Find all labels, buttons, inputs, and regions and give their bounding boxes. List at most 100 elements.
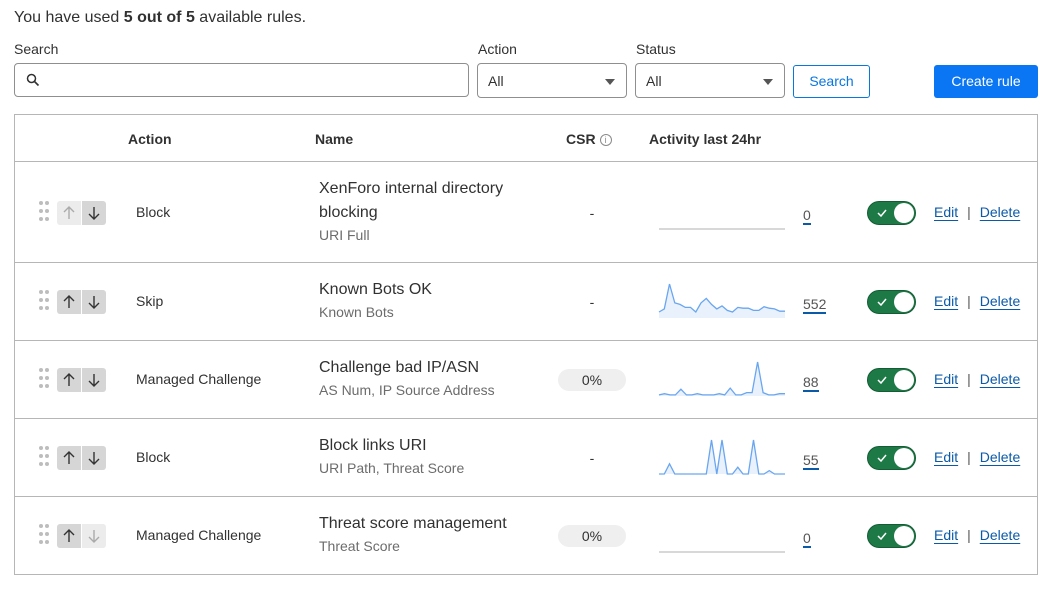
header-csr: CSR i bbox=[566, 131, 612, 147]
rule-name[interactable]: XenForo internal directory blocking bbox=[319, 177, 539, 225]
rule-enabled-toggle[interactable] bbox=[867, 200, 916, 225]
drag-handle-icon[interactable] bbox=[39, 446, 49, 466]
search-input[interactable] bbox=[49, 64, 459, 96]
arrow-down-icon bbox=[88, 530, 100, 543]
edit-link[interactable]: Edit bbox=[934, 449, 958, 465]
drag-handle-icon[interactable] bbox=[39, 200, 49, 221]
status-filter-value: All bbox=[646, 73, 662, 89]
rule-name-cell: Known Bots OK Known Bots bbox=[319, 278, 539, 322]
status-filter-label: Status bbox=[636, 41, 676, 57]
arrow-down-icon bbox=[88, 206, 100, 220]
rule-enabled-toggle[interactable] bbox=[867, 524, 916, 548]
delete-link[interactable]: Delete bbox=[980, 527, 1020, 543]
rule-fields: Threat Score bbox=[319, 538, 400, 554]
sparkline-area bbox=[659, 440, 785, 474]
reorder-buttons bbox=[57, 200, 107, 225]
move-up-button[interactable] bbox=[57, 446, 81, 470]
rule-action: Skip bbox=[136, 293, 164, 309]
rule-enabled-toggle[interactable] bbox=[867, 446, 916, 470]
move-up-button[interactable] bbox=[57, 290, 81, 314]
move-up-button[interactable] bbox=[57, 368, 81, 392]
arrow-down-icon bbox=[88, 374, 100, 387]
search-button[interactable]: Search bbox=[793, 65, 870, 98]
status-filter-select[interactable]: All bbox=[635, 63, 785, 98]
search-field[interactable] bbox=[14, 63, 469, 97]
create-rule-button[interactable]: Create rule bbox=[934, 65, 1038, 98]
check-icon bbox=[877, 376, 887, 384]
csr-value: 0% bbox=[558, 525, 626, 547]
delete-link[interactable]: Delete bbox=[980, 449, 1020, 465]
drag-handle-icon[interactable] bbox=[39, 368, 49, 388]
activity-count-link[interactable]: 88 bbox=[803, 374, 819, 392]
activity-count-link[interactable]: 55 bbox=[803, 452, 819, 470]
delete-link[interactable]: Delete bbox=[980, 204, 1020, 220]
drag-handle-icon[interactable] bbox=[39, 524, 49, 544]
info-icon[interactable]: i bbox=[599, 134, 612, 146]
search-icon bbox=[26, 73, 40, 87]
move-down-button[interactable] bbox=[82, 368, 106, 392]
csr-value: - bbox=[589, 204, 595, 221]
arrow-up-icon bbox=[63, 451, 75, 464]
action-filter-label: Action bbox=[478, 41, 517, 57]
header-name: Name bbox=[315, 131, 354, 147]
rules-usage-text: You have used 5 out of 5 available rules… bbox=[14, 9, 307, 26]
toggle-knob bbox=[894, 526, 914, 546]
rule-action: Managed Challenge bbox=[136, 527, 262, 543]
table-header: Action Name CSR i Activity last 24hr bbox=[15, 115, 1037, 162]
reorder-buttons bbox=[57, 368, 107, 392]
toggle-knob bbox=[894, 448, 914, 468]
rule-action: Managed Challenge bbox=[136, 371, 262, 387]
arrow-up-icon bbox=[63, 295, 75, 308]
check-icon bbox=[877, 298, 887, 306]
move-down-button[interactable] bbox=[82, 524, 106, 548]
sparkline-area bbox=[659, 284, 785, 318]
move-down-button[interactable] bbox=[82, 446, 106, 470]
check-icon bbox=[877, 454, 887, 462]
rule-name[interactable]: Threat score management bbox=[319, 512, 539, 536]
separator: | bbox=[967, 449, 971, 465]
action-filter-select[interactable]: All bbox=[477, 63, 627, 98]
rule-name[interactable]: Block links URI bbox=[319, 434, 539, 458]
activity-count-link[interactable]: 0 bbox=[803, 207, 811, 225]
activity-count-link[interactable]: 0 bbox=[803, 530, 811, 548]
sparkline-area bbox=[659, 362, 785, 396]
move-down-button[interactable] bbox=[82, 290, 106, 314]
move-down-button[interactable] bbox=[82, 200, 106, 225]
rule-fields: AS Num, IP Source Address bbox=[319, 382, 495, 398]
reorder-buttons bbox=[57, 446, 107, 470]
rule-name-cell: Challenge bad IP/ASN AS Num, IP Source Ad… bbox=[319, 356, 539, 400]
rules-usage-count: 5 out of 5 bbox=[123, 9, 195, 26]
activity-sparkline bbox=[659, 551, 785, 553]
action-filter-value: All bbox=[488, 73, 504, 89]
row-actions: Edit | Delete bbox=[934, 371, 1020, 387]
table-row: Managed Challenge Threat score management… bbox=[15, 497, 1037, 575]
rule-name[interactable]: Challenge bad IP/ASN bbox=[319, 356, 539, 380]
activity-sparkline bbox=[659, 227, 785, 230]
move-up-button[interactable] bbox=[57, 524, 81, 548]
edit-link[interactable]: Edit bbox=[934, 293, 958, 309]
rule-fields: URI Path, Threat Score bbox=[319, 460, 465, 476]
edit-link[interactable]: Edit bbox=[934, 371, 958, 387]
arrow-down-icon bbox=[88, 296, 100, 309]
activity-sparkline bbox=[658, 283, 785, 318]
row-actions: Edit | Delete bbox=[934, 204, 1020, 220]
search-label: Search bbox=[14, 41, 59, 57]
delete-link[interactable]: Delete bbox=[980, 371, 1020, 387]
edit-link[interactable]: Edit bbox=[934, 527, 958, 543]
rule-enabled-toggle[interactable] bbox=[867, 290, 916, 314]
activity-count-link[interactable]: 552 bbox=[803, 296, 827, 314]
arrow-down-icon bbox=[88, 452, 100, 465]
rule-name-cell: XenForo internal directory blocking URI F… bbox=[319, 177, 539, 245]
edit-link[interactable]: Edit bbox=[934, 204, 958, 220]
delete-link[interactable]: Delete bbox=[980, 293, 1020, 309]
row-actions: Edit | Delete bbox=[934, 527, 1020, 543]
move-up-button[interactable] bbox=[57, 200, 81, 225]
rule-enabled-toggle[interactable] bbox=[867, 368, 916, 392]
rule-fields: URI Full bbox=[319, 226, 370, 243]
rule-name[interactable]: Known Bots OK bbox=[319, 278, 539, 302]
csr-value: - bbox=[589, 450, 595, 466]
arrow-up-icon bbox=[63, 373, 75, 386]
check-icon bbox=[877, 209, 887, 217]
drag-handle-icon[interactable] bbox=[39, 290, 49, 310]
sparkline-line bbox=[658, 361, 785, 396]
